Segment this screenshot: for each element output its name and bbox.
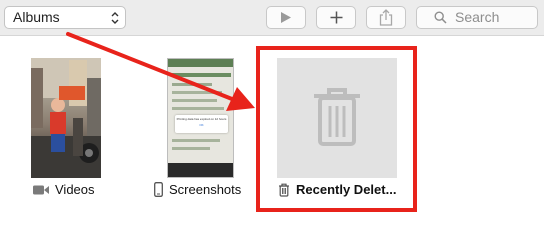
annotation-arrow <box>66 32 255 111</box>
